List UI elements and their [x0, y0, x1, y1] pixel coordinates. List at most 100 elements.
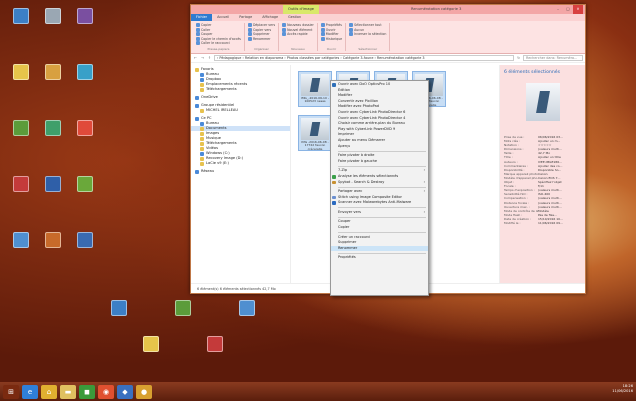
close-icon[interactable]: ✕ [573, 5, 583, 14]
desktop-icon[interactable] [38, 64, 68, 90]
menu-item-label: Envoyer vers [338, 209, 361, 214]
desktop-icon[interactable] [70, 64, 100, 90]
picture-tools-tab[interactable]: Outils d'image [283, 5, 319, 14]
menu-item[interactable]: Aperçu [331, 144, 428, 150]
app-icon [111, 300, 127, 316]
maximize-icon[interactable]: □ [563, 5, 573, 14]
ribbon-button[interactable]: Accès rapide [282, 32, 314, 37]
app-icon [13, 8, 29, 24]
file-thumbnail[interactable]: IMG -2016-06-08 - 17722 faucon crécerell… [298, 115, 332, 151]
desktop-icon[interactable] [200, 336, 230, 353]
menu-separator [338, 232, 426, 234]
taskbar-app-icon[interactable]: ◆ [117, 384, 133, 399]
desktop-icon[interactable] [104, 300, 134, 317]
folder-icon [200, 87, 204, 92]
ribbon-button-icon [349, 32, 354, 37]
file-thumbnail[interactable]: IMG_-2016-06-10 - 100523 nesas [298, 71, 332, 107]
desktop-icon[interactable] [38, 176, 68, 202]
desktop-icon-label [38, 81, 68, 90]
ribbon-tab[interactable]: Affichage [257, 14, 283, 21]
nav-item-label: Réseau [201, 169, 215, 173]
desktop-icon[interactable] [6, 64, 36, 90]
ribbon-tabs: Fichier Accueil Partage Affichage Gestion [191, 14, 585, 21]
menu-item[interactable]: Scanner avec Malwarebytes Anti-Malware [331, 200, 428, 206]
desktop-icon[interactable] [70, 8, 100, 34]
property-value[interactable]: 11/06/2016 09... [538, 221, 581, 225]
folder-icon [200, 82, 204, 87]
nav-item[interactable]: LaCie v9 (E:) [191, 161, 290, 166]
taskbar-app-icon[interactable]: e [22, 384, 38, 399]
nav-item[interactable]: OneDrive [191, 95, 290, 100]
taskbar-app-icon[interactable]: ◉ [98, 384, 114, 399]
menu-item-label: Renommer [338, 245, 358, 250]
ribbon-button[interactable]: Coller le raccourci [196, 41, 241, 46]
desktop-icon-label [70, 25, 100, 34]
taskbar-app-icon[interactable]: ● [136, 384, 152, 399]
clock-date[interactable]: 11/06/2016 [612, 389, 633, 394]
desktop-icon[interactable] [6, 232, 36, 258]
menu-item[interactable]: Faire pivoter à gauche [331, 159, 428, 165]
menu-item-label: Faire pivoter à droite [338, 153, 375, 158]
refresh-icon[interactable]: ↻ [516, 56, 521, 60]
desktop-icon[interactable] [38, 8, 68, 34]
ribbon-tab[interactable]: Accueil [212, 14, 234, 21]
ribbon-button-icon [196, 32, 200, 37]
forward-icon[interactable]: → [200, 56, 205, 60]
desktop-icon[interactable] [38, 232, 68, 258]
file-name: IMG -2016-06-08 - 17722 faucon crécerell… [301, 140, 329, 151]
desktop-icon[interactable] [70, 120, 100, 146]
ribbon-button-icon [282, 32, 287, 37]
back-icon[interactable]: ← [193, 56, 198, 60]
ribbon-button[interactable]: Inverser la sélection [349, 32, 386, 37]
menu-item[interactable]: Copier [331, 225, 428, 231]
minimize-icon[interactable]: – [553, 5, 563, 14]
app-icon [77, 176, 93, 192]
ribbon-tab[interactable]: Fichier [191, 14, 213, 21]
desktop-icon[interactable] [70, 232, 100, 258]
search-input[interactable]: Rechercher dans: Renuméro... [523, 55, 583, 61]
app-icon [207, 336, 223, 352]
nav-item[interactable]: Réseau [191, 169, 290, 174]
start-button[interactable]: ⊞ [3, 384, 19, 399]
nav-item[interactable]: Téléchargements [191, 87, 290, 92]
folder-icon [200, 121, 204, 126]
navigation-pane: Favoris Bureau Dropbox Emplacements récents… [191, 65, 291, 283]
folder-icon [200, 151, 204, 156]
desktop-icon-label [6, 81, 36, 90]
title-bar[interactable]: Outils d'image Renumérotation catégorie … [191, 5, 585, 14]
property-key: Modifié le : [504, 220, 521, 225]
nav-item-label: LaCie v9 (E:) [206, 161, 229, 165]
menu-item-label: Scanner avec Malwarebytes Anti-Malware [338, 200, 412, 205]
folder-icon [195, 169, 199, 174]
desktop-icon[interactable] [168, 300, 198, 317]
desktop-icon[interactable] [70, 176, 100, 202]
desktop-icon[interactable] [6, 8, 36, 34]
ribbon-button-label: Renommer [252, 36, 271, 41]
taskbar-app-icon[interactable]: ▬ [60, 384, 76, 399]
up-icon[interactable]: ↑ [207, 56, 212, 60]
ribbon-group: Propriétés Ouvrir Modifier Historique Ouvrir [318, 23, 347, 51]
desktop-icon-label [6, 193, 36, 202]
taskbar-app-icon[interactable]: ◼ [79, 384, 95, 399]
folder-icon [200, 108, 204, 113]
ribbon-button[interactable]: Historique [320, 37, 342, 42]
desktop-icon[interactable] [232, 300, 262, 317]
folder-icon [200, 131, 204, 136]
menu-item[interactable]: Renommer [331, 245, 428, 252]
ribbon: Copier Coller Couper Copier le chemin d'acc… [191, 21, 585, 54]
menu-item[interactable]: Propriétés [331, 255, 428, 261]
desktop-icon[interactable] [38, 120, 68, 146]
nav-item[interactable]: MICHEL IRELLEAU [191, 108, 290, 113]
menu-item-label: Stitch using Image Composite Editor [338, 194, 402, 199]
menu-item-label: Ouvrir avec CyberLink PhotoDirector 6 [338, 109, 406, 114]
taskbar-app-icon[interactable]: ⌂ [41, 384, 57, 399]
desktop-icon[interactable] [6, 176, 36, 202]
desktop-icon[interactable] [6, 120, 36, 146]
menu-item[interactable]: Spybot - Search & Destroy › [331, 180, 428, 186]
address-field[interactable]: › Pédagogique › Relation en diaporama › … [214, 55, 514, 61]
ribbon-tab[interactable]: Gestion [283, 14, 306, 21]
desktop-icon[interactable] [136, 336, 166, 353]
ribbon-tab[interactable]: Partage [234, 14, 257, 21]
menu-item[interactable]: Envoyer vers › [331, 210, 428, 216]
ribbon-button[interactable]: Renommer [247, 36, 275, 42]
